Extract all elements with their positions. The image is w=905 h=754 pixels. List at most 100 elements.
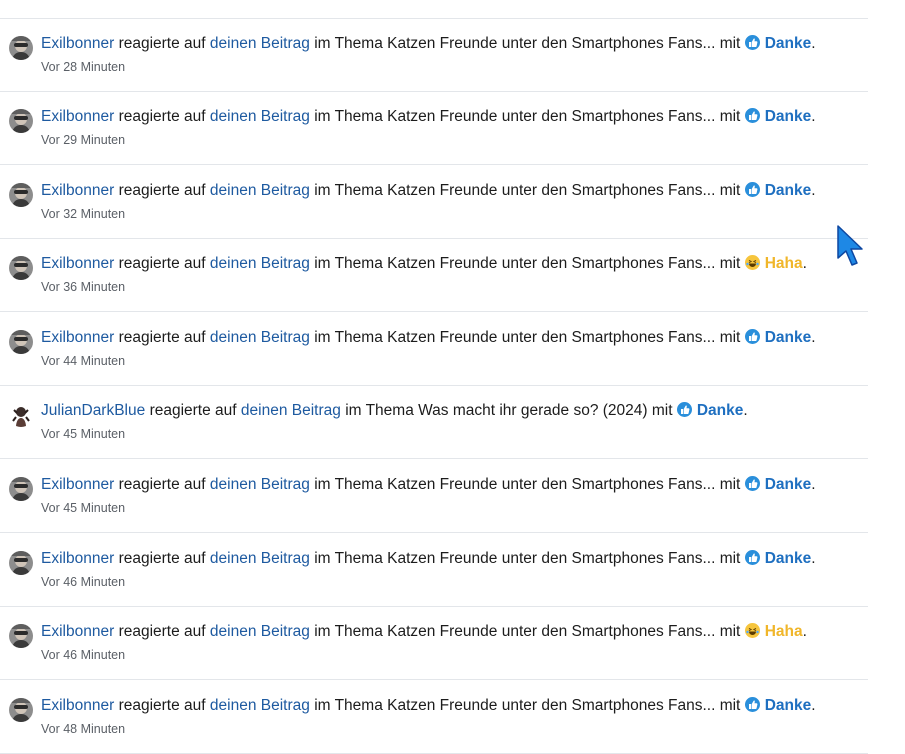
notification-item: Exilbonner reagierte auf deinen Beitrag … xyxy=(0,166,868,239)
notification-text: Exilbonner reagierte auf deinen Beitrag … xyxy=(41,107,816,127)
period: . xyxy=(811,697,816,714)
avatar[interactable] xyxy=(9,698,33,722)
notification-text: JulianDarkBlue reagierte auf deinen Beit… xyxy=(41,401,748,421)
action-text: reagierte auf xyxy=(118,35,206,52)
avatar[interactable] xyxy=(9,36,33,60)
period: . xyxy=(811,108,816,125)
thumbs-up-icon xyxy=(744,35,760,50)
post-link[interactable]: deinen Beitrag xyxy=(210,35,310,52)
user-link[interactable]: Exilbonner xyxy=(41,550,114,567)
action-text: reagierte auf xyxy=(118,550,206,567)
timestamp: Vor 45 Minuten xyxy=(41,501,126,515)
post-link[interactable]: deinen Beitrag xyxy=(210,255,310,272)
user-link[interactable]: JulianDarkBlue xyxy=(41,402,145,419)
reaction-label[interactable]: Danke xyxy=(765,329,812,346)
user-link[interactable]: Exilbonner xyxy=(41,476,114,493)
avatar[interactable] xyxy=(9,624,33,648)
notification-text: Exilbonner reagierte auf deinen Beitrag … xyxy=(41,328,816,348)
thread-context: im Thema Katzen Freunde unter den Smartp… xyxy=(314,623,741,640)
period: . xyxy=(811,35,816,52)
notification-item: Exilbonner reagierte auf deinen Beitrag … xyxy=(0,681,868,754)
action-text: reagierte auf xyxy=(118,329,206,346)
notification-item: Exilbonner reagierte auf deinen Beitrag … xyxy=(0,460,868,533)
user-link[interactable]: Exilbonner xyxy=(41,329,114,346)
reaction-label[interactable]: Danke xyxy=(765,182,812,199)
timestamp: Vor 29 Minuten xyxy=(41,133,126,147)
thumbs-up-icon xyxy=(744,108,760,123)
action-text: reagierte auf xyxy=(118,108,206,125)
user-link[interactable]: Exilbonner xyxy=(41,108,114,125)
post-link[interactable]: deinen Beitrag xyxy=(210,182,310,199)
period: . xyxy=(802,255,807,272)
user-link[interactable]: Exilbonner xyxy=(41,623,114,640)
period: . xyxy=(802,623,807,640)
post-link[interactable]: deinen Beitrag xyxy=(241,402,341,419)
avatar[interactable] xyxy=(9,183,33,207)
reaction-label[interactable]: Danke xyxy=(765,35,812,52)
thumbs-up-icon xyxy=(676,402,692,417)
avatar[interactable] xyxy=(9,109,33,133)
post-link[interactable]: deinen Beitrag xyxy=(210,329,310,346)
notification-item: Exilbonner reagierte auf deinen Beitrag … xyxy=(0,534,868,607)
notification-text: Exilbonner reagierte auf deinen Beitrag … xyxy=(41,34,816,54)
thumbs-up-icon xyxy=(744,476,760,491)
thread-context: im Thema Katzen Freunde unter den Smartp… xyxy=(314,182,741,199)
laughing-face-icon xyxy=(744,623,760,638)
user-link[interactable]: Exilbonner xyxy=(41,182,114,199)
reaction-label[interactable]: Danke xyxy=(765,550,812,567)
mouse-cursor-icon xyxy=(837,225,863,266)
timestamp: Vor 32 Minuten xyxy=(41,207,126,221)
notification-text: Exilbonner reagierte auf deinen Beitrag … xyxy=(41,181,816,201)
avatar[interactable] xyxy=(9,477,33,501)
post-link[interactable]: deinen Beitrag xyxy=(210,697,310,714)
thumbs-up-icon xyxy=(744,550,760,565)
timestamp: Vor 44 Minuten xyxy=(41,354,126,368)
action-text: reagierte auf xyxy=(118,476,206,493)
timestamp: Vor 28 Minuten xyxy=(41,60,126,74)
notification-text: Exilbonner reagierte auf deinen Beitrag … xyxy=(41,549,816,569)
reaction-label[interactable]: Danke xyxy=(765,108,812,125)
reaction-label[interactable]: Danke xyxy=(697,402,744,419)
user-link[interactable]: Exilbonner xyxy=(41,35,114,52)
thumbs-up-icon xyxy=(744,182,760,197)
user-link[interactable]: Exilbonner xyxy=(41,255,114,272)
thread-context: im Thema Katzen Freunde unter den Smartp… xyxy=(314,697,741,714)
action-text: reagierte auf xyxy=(118,697,206,714)
post-link[interactable]: deinen Beitrag xyxy=(210,108,310,125)
thread-context: im Thema Katzen Freunde unter den Smartp… xyxy=(314,108,741,125)
thread-context: im Thema Katzen Freunde unter den Smartp… xyxy=(314,476,741,493)
timestamp: Vor 45 Minuten xyxy=(41,427,126,441)
laughing-face-icon xyxy=(744,255,760,270)
post-link[interactable]: deinen Beitrag xyxy=(210,623,310,640)
period: . xyxy=(811,329,816,346)
notification-feed: Exilbonner reagierte auf deinen Beitrag … xyxy=(0,0,868,754)
thumbs-up-icon xyxy=(744,697,760,712)
reaction-label[interactable]: Danke xyxy=(765,697,812,714)
thread-context: im Thema Katzen Freunde unter den Smartp… xyxy=(314,550,741,567)
action-text: reagierte auf xyxy=(118,623,206,640)
thread-context: im Thema Was macht ihr gerade so? (2024)… xyxy=(345,402,673,419)
avatar[interactable] xyxy=(9,256,33,280)
reaction-label[interactable]: Haha xyxy=(765,255,803,272)
timestamp: Vor 46 Minuten xyxy=(41,648,126,662)
action-text: reagierte auf xyxy=(118,255,206,272)
post-link[interactable]: deinen Beitrag xyxy=(210,476,310,493)
notification-item: Exilbonner reagierte auf deinen Beitrag … xyxy=(0,19,868,92)
action-text: reagierte auf xyxy=(149,402,237,419)
avatar[interactable] xyxy=(9,551,33,575)
notification-text: Exilbonner reagierte auf deinen Beitrag … xyxy=(41,475,816,495)
action-text: reagierte auf xyxy=(118,182,206,199)
user-link[interactable]: Exilbonner xyxy=(41,697,114,714)
thread-context: im Thema Katzen Freunde unter den Smartp… xyxy=(314,35,741,52)
reaction-label[interactable]: Danke xyxy=(765,476,812,493)
avatar[interactable] xyxy=(9,330,33,354)
timestamp: Vor 36 Minuten xyxy=(41,280,126,294)
thread-context: im Thema Katzen Freunde unter den Smartp… xyxy=(314,329,741,346)
timestamp: Vor 46 Minuten xyxy=(41,575,126,589)
avatar[interactable] xyxy=(9,403,33,427)
period: . xyxy=(811,550,816,567)
post-link[interactable]: deinen Beitrag xyxy=(210,550,310,567)
thumbs-up-icon xyxy=(744,329,760,344)
notification-item: JulianDarkBlue reagierte auf deinen Beit… xyxy=(0,386,868,459)
reaction-label[interactable]: Haha xyxy=(765,623,803,640)
